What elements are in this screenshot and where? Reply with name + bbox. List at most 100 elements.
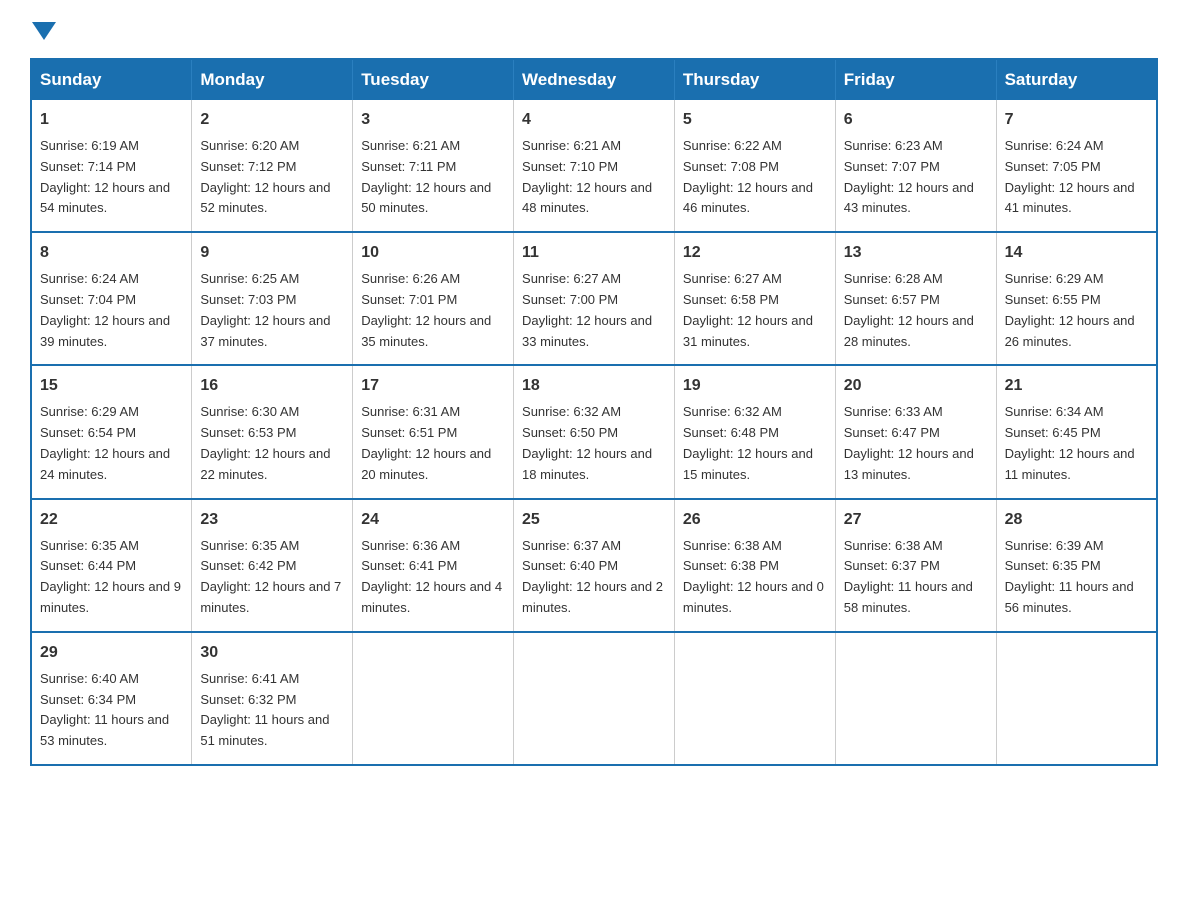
day-number: 18	[522, 374, 666, 398]
calendar-cell: 4 Sunrise: 6:21 AMSunset: 7:10 PMDaylight…	[514, 100, 675, 232]
day-info: Sunrise: 6:24 AMSunset: 7:04 PMDaylight:…	[40, 269, 183, 352]
day-number: 10	[361, 241, 505, 265]
day-number: 23	[200, 508, 344, 532]
day-info: Sunrise: 6:41 AMSunset: 6:32 PMDaylight:…	[200, 669, 344, 752]
calendar-cell: 15Sunrise: 6:29 AMSunset: 6:54 PMDayligh…	[31, 365, 192, 498]
day-header-sunday: Sunday	[31, 59, 192, 100]
day-info: Sunrise: 6:23 AMSunset: 7:07 PMDaylight:…	[844, 136, 988, 219]
calendar-cell: 25 Sunrise: 6:37 AMSunset: 6:40 PMDayligh…	[514, 499, 675, 632]
calendar-cell: 9 Sunrise: 6:25 AMSunset: 7:03 PMDaylight…	[192, 232, 353, 365]
day-number: 29	[40, 641, 183, 665]
day-info: Sunrise: 6:38 AMSunset: 6:38 PMDaylight:…	[683, 536, 827, 619]
day-number: 27	[844, 508, 988, 532]
day-info: Sunrise: 6:20 AMSunset: 7:12 PMDaylight:…	[200, 136, 344, 219]
calendar-cell: 21 Sunrise: 6:34 AMSunset: 6:45 PMDayligh…	[996, 365, 1157, 498]
calendar-cell: 20 Sunrise: 6:33 AMSunset: 6:47 PMDayligh…	[835, 365, 996, 498]
header	[30, 20, 1158, 38]
day-header-thursday: Thursday	[674, 59, 835, 100]
calendar-cell	[835, 632, 996, 765]
day-info: Sunrise: 6:25 AMSunset: 7:03 PMDaylight:…	[200, 269, 344, 352]
day-info: Sunrise: 6:38 AMSunset: 6:37 PMDaylight:…	[844, 536, 988, 619]
calendar-cell: 1 Sunrise: 6:19 AMSunset: 7:14 PMDaylight…	[31, 100, 192, 232]
day-number: 24	[361, 508, 505, 532]
calendar-cell: 7Sunrise: 6:24 AMSunset: 7:05 PMDaylight…	[996, 100, 1157, 232]
calendar-cell: 28 Sunrise: 6:39 AMSunset: 6:35 PMDayligh…	[996, 499, 1157, 632]
day-number: 20	[844, 374, 988, 398]
day-number: 19	[683, 374, 827, 398]
day-info: Sunrise: 6:22 AMSunset: 7:08 PMDaylight:…	[683, 136, 827, 219]
day-number: 14	[1005, 241, 1148, 265]
calendar-cell: 2 Sunrise: 6:20 AMSunset: 7:12 PMDaylight…	[192, 100, 353, 232]
day-info: Sunrise: 6:19 AMSunset: 7:14 PMDaylight:…	[40, 136, 183, 219]
day-number: 17	[361, 374, 505, 398]
calendar-cell: 26 Sunrise: 6:38 AMSunset: 6:38 PMDayligh…	[674, 499, 835, 632]
day-number: 9	[200, 241, 344, 265]
day-info: Sunrise: 6:29 AMSunset: 6:55 PMDaylight:…	[1005, 269, 1148, 352]
day-number: 25	[522, 508, 666, 532]
calendar-cell: 10 Sunrise: 6:26 AMSunset: 7:01 PMDayligh…	[353, 232, 514, 365]
calendar-cell: 5 Sunrise: 6:22 AMSunset: 7:08 PMDaylight…	[674, 100, 835, 232]
calendar-cell: 19 Sunrise: 6:32 AMSunset: 6:48 PMDayligh…	[674, 365, 835, 498]
day-info: Sunrise: 6:34 AMSunset: 6:45 PMDaylight:…	[1005, 402, 1148, 485]
calendar-week-row: 8 Sunrise: 6:24 AMSunset: 7:04 PMDaylight…	[31, 232, 1157, 365]
day-number: 1	[40, 108, 183, 132]
day-number: 30	[200, 641, 344, 665]
day-header-wednesday: Wednesday	[514, 59, 675, 100]
day-info: Sunrise: 6:27 AMSunset: 7:00 PMDaylight:…	[522, 269, 666, 352]
calendar-cell	[514, 632, 675, 765]
day-number: 21	[1005, 374, 1148, 398]
day-header-saturday: Saturday	[996, 59, 1157, 100]
calendar-cell: 12 Sunrise: 6:27 AMSunset: 6:58 PMDayligh…	[674, 232, 835, 365]
day-header-tuesday: Tuesday	[353, 59, 514, 100]
calendar-header-row: SundayMondayTuesdayWednesdayThursdayFrid…	[31, 59, 1157, 100]
day-info: Sunrise: 6:27 AMSunset: 6:58 PMDaylight:…	[683, 269, 827, 352]
day-info: Sunrise: 6:29 AMSunset: 6:54 PMDaylight:…	[40, 402, 183, 485]
day-header-monday: Monday	[192, 59, 353, 100]
day-info: Sunrise: 6:37 AMSunset: 6:40 PMDaylight:…	[522, 536, 666, 619]
day-info: Sunrise: 6:32 AMSunset: 6:48 PMDaylight:…	[683, 402, 827, 485]
calendar-week-row: 15Sunrise: 6:29 AMSunset: 6:54 PMDayligh…	[31, 365, 1157, 498]
calendar-cell: 30 Sunrise: 6:41 AMSunset: 6:32 PMDayligh…	[192, 632, 353, 765]
logo-triangle-icon	[32, 22, 56, 40]
calendar-week-row: 22 Sunrise: 6:35 AMSunset: 6:44 PMDayligh…	[31, 499, 1157, 632]
calendar-cell: 3Sunrise: 6:21 AMSunset: 7:11 PMDaylight…	[353, 100, 514, 232]
day-info: Sunrise: 6:35 AMSunset: 6:42 PMDaylight:…	[200, 536, 344, 619]
calendar-cell: 24 Sunrise: 6:36 AMSunset: 6:41 PMDayligh…	[353, 499, 514, 632]
calendar-cell: 29Sunrise: 6:40 AMSunset: 6:34 PMDayligh…	[31, 632, 192, 765]
day-number: 22	[40, 508, 183, 532]
day-number: 2	[200, 108, 344, 132]
day-number: 26	[683, 508, 827, 532]
day-info: Sunrise: 6:31 AMSunset: 6:51 PMDaylight:…	[361, 402, 505, 485]
day-info: Sunrise: 6:21 AMSunset: 7:11 PMDaylight:…	[361, 136, 505, 219]
day-info: Sunrise: 6:33 AMSunset: 6:47 PMDaylight:…	[844, 402, 988, 485]
day-number: 28	[1005, 508, 1148, 532]
day-number: 13	[844, 241, 988, 265]
day-info: Sunrise: 6:32 AMSunset: 6:50 PMDaylight:…	[522, 402, 666, 485]
day-number: 12	[683, 241, 827, 265]
day-number: 11	[522, 241, 666, 265]
day-info: Sunrise: 6:28 AMSunset: 6:57 PMDaylight:…	[844, 269, 988, 352]
calendar-cell: 8 Sunrise: 6:24 AMSunset: 7:04 PMDaylight…	[31, 232, 192, 365]
calendar-cell: 14 Sunrise: 6:29 AMSunset: 6:55 PMDayligh…	[996, 232, 1157, 365]
day-info: Sunrise: 6:21 AMSunset: 7:10 PMDaylight:…	[522, 136, 666, 219]
calendar-cell: 17 Sunrise: 6:31 AMSunset: 6:51 PMDayligh…	[353, 365, 514, 498]
calendar-cell: 6Sunrise: 6:23 AMSunset: 7:07 PMDaylight…	[835, 100, 996, 232]
calendar-cell	[996, 632, 1157, 765]
calendar-cell	[674, 632, 835, 765]
day-info: Sunrise: 6:35 AMSunset: 6:44 PMDaylight:…	[40, 536, 183, 619]
day-header-friday: Friday	[835, 59, 996, 100]
calendar-cell: 27 Sunrise: 6:38 AMSunset: 6:37 PMDayligh…	[835, 499, 996, 632]
day-info: Sunrise: 6:39 AMSunset: 6:35 PMDaylight:…	[1005, 536, 1148, 619]
day-number: 4	[522, 108, 666, 132]
day-number: 16	[200, 374, 344, 398]
day-number: 7	[1005, 108, 1148, 132]
day-info: Sunrise: 6:26 AMSunset: 7:01 PMDaylight:…	[361, 269, 505, 352]
calendar-week-row: 29Sunrise: 6:40 AMSunset: 6:34 PMDayligh…	[31, 632, 1157, 765]
day-number: 5	[683, 108, 827, 132]
day-number: 8	[40, 241, 183, 265]
calendar-cell: 23 Sunrise: 6:35 AMSunset: 6:42 PMDayligh…	[192, 499, 353, 632]
calendar-cell: 16 Sunrise: 6:30 AMSunset: 6:53 PMDayligh…	[192, 365, 353, 498]
day-info: Sunrise: 6:30 AMSunset: 6:53 PMDaylight:…	[200, 402, 344, 485]
calendar-table: SundayMondayTuesdayWednesdayThursdayFrid…	[30, 58, 1158, 766]
day-info: Sunrise: 6:36 AMSunset: 6:41 PMDaylight:…	[361, 536, 505, 619]
